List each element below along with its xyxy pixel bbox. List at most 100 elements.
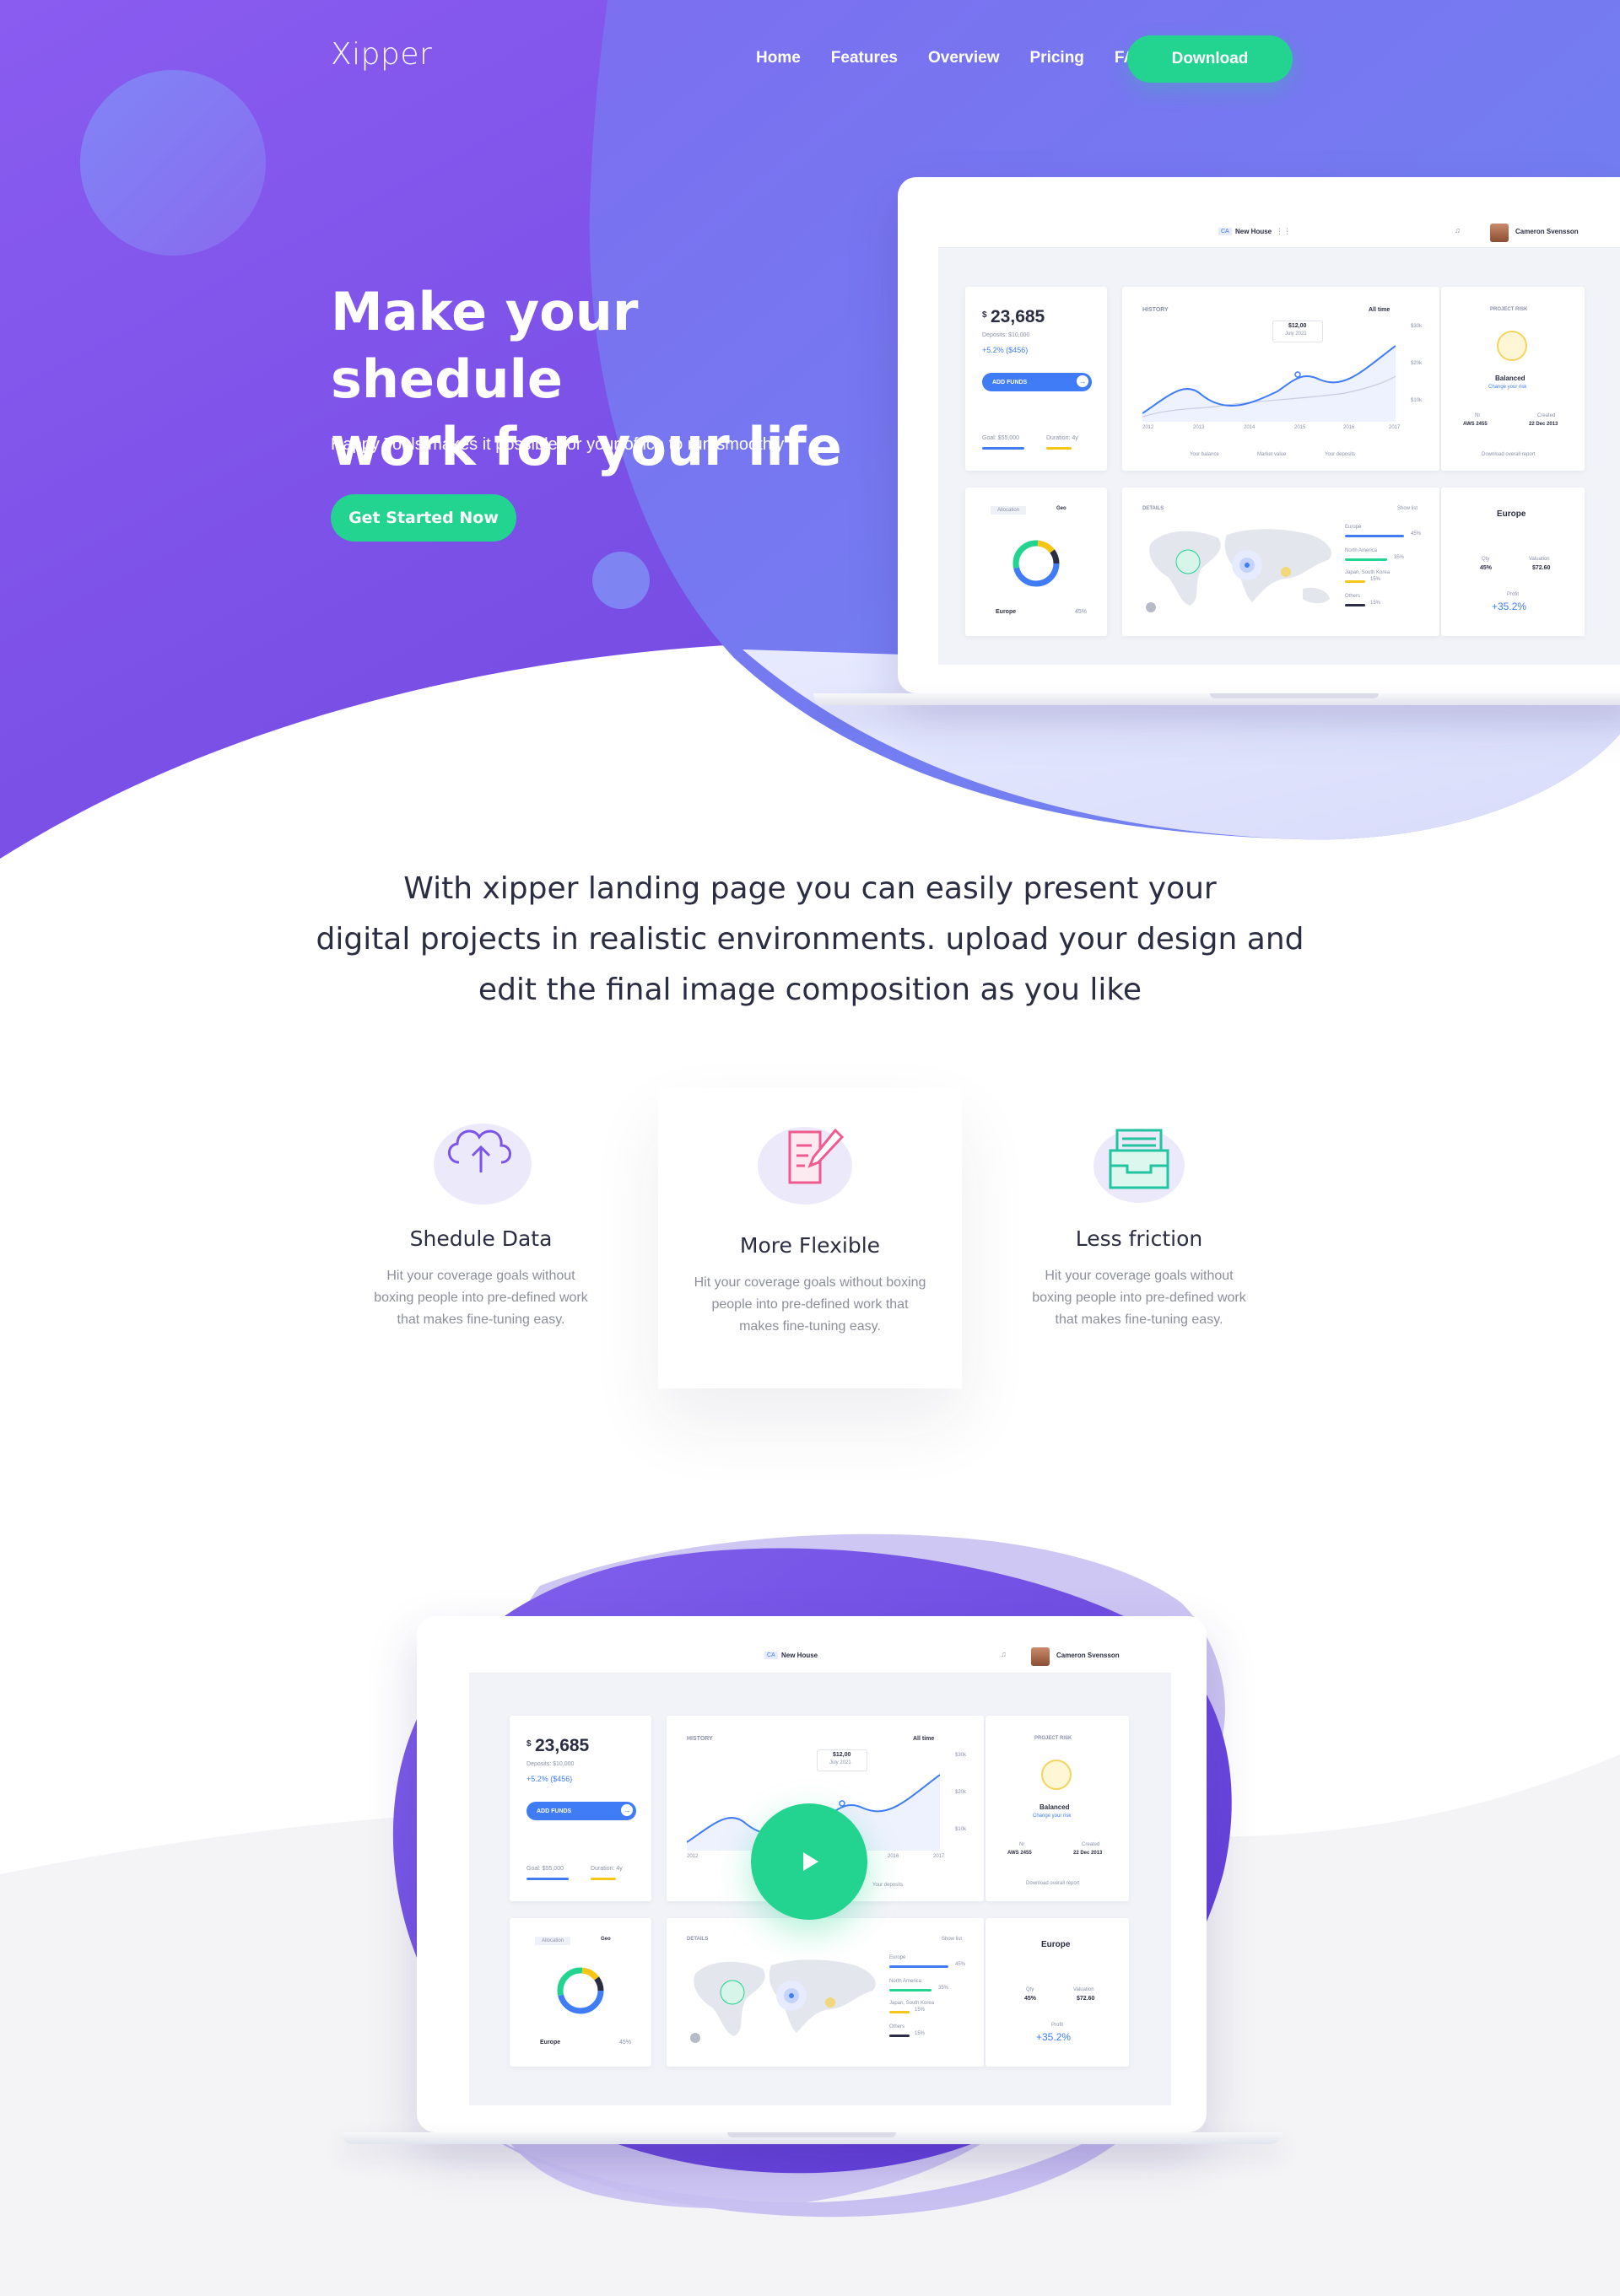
deposits: Deposits: $10,000 (982, 332, 1030, 338)
region-bar (889, 2011, 910, 2013)
region-name: Others (889, 2024, 905, 2029)
created-label: Created (1537, 413, 1556, 418)
play-icon (803, 1852, 818, 1871)
tab-geo[interactable]: Geo (601, 1937, 611, 1942)
arrow-right-icon: → (1077, 375, 1088, 387)
legend-item: Your balance (1190, 452, 1219, 457)
allocation-region: Europe (540, 2040, 561, 2045)
feature-title: More Flexible (739, 1233, 881, 1258)
profit-value: +35.2% (1036, 2031, 1072, 2043)
history-filter[interactable]: All time (913, 1736, 934, 1742)
bell-icon[interactable]: ♫ (1455, 226, 1461, 234)
region-detail-card: Europe Qty 45% Valuation $72.60 Profit +… (986, 1918, 1129, 2067)
bell-icon[interactable]: ♫ (1001, 1650, 1007, 1658)
project-name[interactable]: New House (1235, 228, 1272, 235)
currency-symbol: $ (526, 1739, 532, 1749)
project-risk-card: PROJECT RISK Balanced Change your risk N… (1441, 287, 1585, 471)
details-label: DETAILS (1142, 506, 1164, 511)
x-tick: 2017 (933, 1854, 945, 1859)
nav-features[interactable]: Features (831, 49, 898, 67)
risk-link[interactable]: Change your risk (1488, 385, 1526, 390)
allocation-donut (1012, 540, 1060, 587)
x-tick: 2012 (1142, 425, 1154, 430)
feature-text: Hit your coverage goals without boxing p… (1032, 1269, 1246, 1327)
balance-card: $ 23,685 Deposits: $10,000 +5.2% ($456) … (965, 287, 1107, 471)
region-pct: 35% (1394, 555, 1405, 560)
nr-value: AWS 2455 (1007, 1851, 1032, 1856)
logo[interactable]: Xipper (331, 37, 432, 72)
y-tick: $20k (955, 1790, 967, 1795)
user-name[interactable]: Cameron Svensson (1515, 228, 1579, 235)
add-funds-button[interactable]: ADD FUNDS → (982, 373, 1092, 391)
tab-allocation[interactable]: Allocation (535, 1937, 571, 1945)
avatar[interactable] (1490, 224, 1509, 242)
nav-overview[interactable]: Overview (928, 49, 1000, 67)
history-card: HISTORY All time $12,00 July 2021 $30k $… (1122, 287, 1439, 471)
profit-value: +35.2% (1492, 601, 1527, 612)
nr-label: Nr (1475, 413, 1481, 418)
x-tick: 2013 (1193, 425, 1205, 430)
laptop-notch (727, 2132, 896, 2137)
history-line-chart (1142, 345, 1396, 422)
risk-label: PROJECT RISK (1490, 307, 1528, 312)
nav-pricing[interactable]: Pricing (1030, 49, 1084, 67)
tab-allocation[interactable]: Allocation (991, 506, 1027, 515)
region-pct: 15% (915, 2008, 926, 2013)
intro-text: With xipper landing page you can easily … (219, 864, 1401, 1016)
project-chip: CA (1218, 228, 1232, 235)
valuation-value: $72.60 (1532, 565, 1551, 571)
x-tick: 2016 (1343, 425, 1355, 430)
x-tick: 2014 (1244, 425, 1256, 430)
feature-text: Hit your coverage goals without boxing p… (694, 1275, 926, 1334)
goal-bar (982, 447, 1024, 450)
risk-link[interactable]: Change your risk (1033, 1814, 1071, 1819)
qty-label: Qty (1482, 557, 1490, 562)
history-filter[interactable]: All time (1369, 307, 1390, 313)
risk-label: PROJECT RISK (1034, 1736, 1072, 1741)
tab-geo[interactable]: Geo (1056, 506, 1066, 511)
region-bar (889, 1989, 932, 1991)
add-funds-button[interactable]: ADD FUNDS → (526, 1802, 636, 1820)
x-tick: 2015 (1294, 425, 1306, 430)
show-list-link[interactable]: Show list (1397, 506, 1418, 511)
allocation-pct: 45% (1075, 609, 1088, 615)
feature-title: Shedule Data (409, 1226, 553, 1251)
currency-symbol: $ (982, 310, 987, 320)
feature-less-friction: Less friction Hit your coverage goals wi… (996, 1088, 1282, 1341)
coin-icon (1497, 331, 1527, 361)
project-chip: CA (764, 1652, 778, 1659)
region-bar (889, 1965, 948, 1968)
change: +5.2% ($456) (526, 1775, 573, 1783)
goal-bar (526, 1878, 569, 1880)
nav-home[interactable]: Home (756, 49, 801, 67)
avatar[interactable] (1031, 1647, 1050, 1666)
region-pct: 15% (1370, 601, 1381, 606)
play-button[interactable] (751, 1803, 867, 1920)
arrow-right-icon: → (621, 1804, 633, 1816)
add-funds-label: ADD FUNDS (992, 379, 1028, 385)
feature-title: Less friction (1075, 1226, 1203, 1251)
region-pct: 45% (1411, 531, 1422, 536)
project-name[interactable]: New House (781, 1652, 818, 1659)
y-tick: $10k (1411, 398, 1423, 403)
region-detail-card: Europe Qty 45% Valuation $72.60 Profit +… (1441, 488, 1585, 636)
get-started-button[interactable]: Get Started Now (331, 494, 516, 542)
qty-value: 45% (1024, 1996, 1037, 2002)
show-list-link[interactable]: Show list (942, 1937, 962, 1942)
details-card: DETAILS Show list Europe 45% North Ameri… (1122, 488, 1439, 636)
valuation-label: Valuation (1529, 557, 1550, 562)
legend-item: Your deposits (872, 1883, 904, 1888)
feature-shedule-data: Shedule Data Hit your coverage goals wit… (338, 1088, 624, 1341)
grid-icon[interactable]: ⋮⋮ (1276, 227, 1291, 236)
user-name[interactable]: Cameron Svensson (1056, 1652, 1120, 1659)
legend-item: Your deposits (1325, 452, 1356, 457)
balance-value: 23,685 (991, 307, 1045, 326)
download-report-link[interactable]: Download overall report (1026, 1881, 1079, 1886)
y-tick: $30k (955, 1753, 967, 1758)
intro-line1: With xipper landing page you can easily … (403, 871, 1217, 906)
download-button[interactable]: Download (1127, 35, 1293, 83)
nr-label: Nr (1019, 1842, 1025, 1847)
download-report-link[interactable]: Download overall report (1482, 452, 1535, 457)
created-label: Created (1082, 1842, 1100, 1847)
region-pct: 35% (938, 1986, 949, 1991)
